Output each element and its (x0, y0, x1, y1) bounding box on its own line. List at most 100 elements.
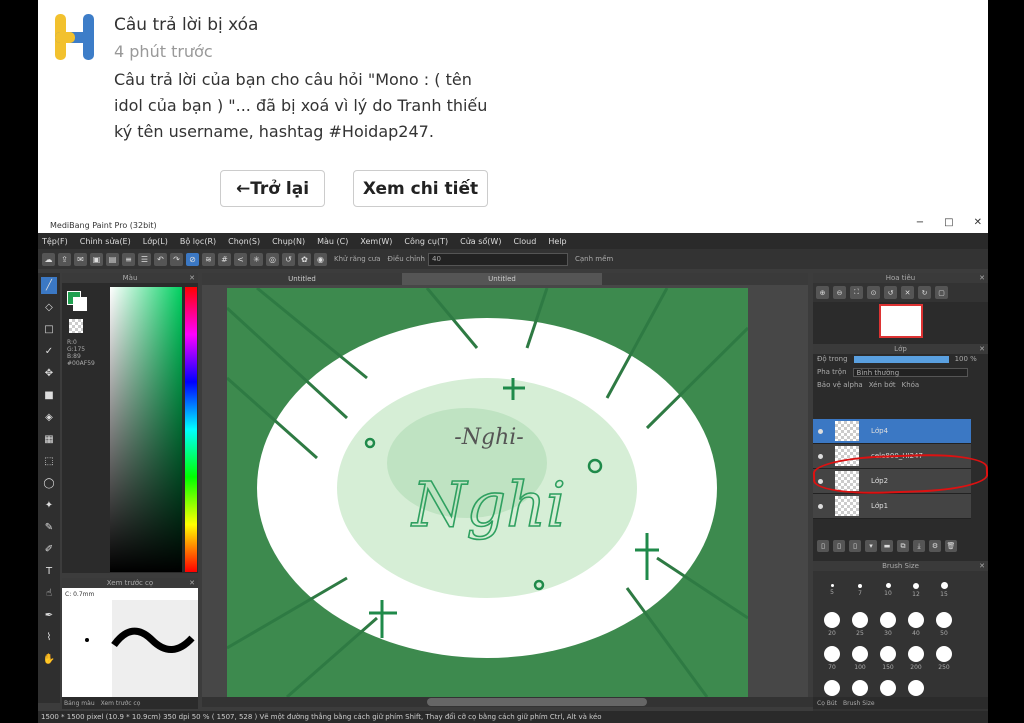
brush-size-option[interactable]: 25 (847, 608, 873, 640)
magic-wand-tool-icon[interactable]: ✦ (41, 497, 57, 514)
menu-select[interactable]: Chọn(S) (228, 237, 260, 246)
bucket-tool-icon[interactable]: ◈ (41, 409, 57, 426)
tab-brush-size[interactable]: Brush Size (843, 700, 875, 707)
back-button[interactable]: ←Trở lại (220, 170, 325, 207)
menu-view[interactable]: Xem(W) (360, 237, 392, 246)
brush-size-option[interactable]: 200 (903, 642, 929, 674)
fit-icon[interactable]: ⛶ (850, 286, 863, 299)
zoom-in-icon[interactable]: ⊕ (816, 286, 829, 299)
operation-tool-icon[interactable]: ☝ (41, 585, 57, 602)
antialias-label[interactable]: Khử răng cưa (334, 255, 381, 263)
close-icon[interactable]: ✕ (189, 273, 195, 283)
document-icon[interactable]: ▤ (106, 252, 119, 266)
actual-size-icon[interactable]: ⊙ (867, 286, 880, 299)
visibility-icon[interactable] (818, 428, 823, 434)
flip-icon[interactable]: ✕ (901, 286, 914, 299)
duplicate-layer-icon[interactable]: ⧉ (897, 540, 909, 552)
circle-snap-icon[interactable]: ◎ (266, 252, 279, 266)
close-icon[interactable]: ✕ (979, 561, 985, 571)
select-eraser-tool-icon[interactable]: ✐ (41, 541, 57, 558)
brush-size-option[interactable]: 100 (847, 642, 873, 674)
transparent-color-swatch[interactable] (69, 319, 83, 333)
navigator-thumbnail[interactable] (878, 304, 923, 338)
rect-tool-icon[interactable]: □ (41, 321, 57, 338)
brush-size-option[interactable]: 20 (819, 608, 845, 640)
menu-icon[interactable]: ☰ (138, 252, 151, 266)
brush-size-option[interactable]: 40 (903, 608, 929, 640)
perspective-snap-icon[interactable]: < (234, 252, 247, 266)
brush-size-option[interactable]: 12 (903, 574, 929, 606)
zoom-out-icon[interactable]: ⊖ (833, 286, 846, 299)
brush-size-option[interactable]: 50 (931, 608, 957, 640)
new-layer-icon[interactable]: ▯ (817, 540, 829, 552)
new-8bit-layer-icon[interactable]: ▯ (849, 540, 861, 552)
select-tool-icon[interactable]: ⬚ (41, 453, 57, 470)
menu-window[interactable]: Cửa sổ(W) (460, 237, 501, 246)
hue-slider[interactable] (185, 287, 197, 572)
saturation-value-picker[interactable] (110, 287, 182, 572)
layer-item[interactable]: Lớp4 (813, 419, 971, 444)
maximize-icon[interactable]: □ (944, 217, 953, 228)
new-layer-menu-icon[interactable]: ▾ (865, 540, 877, 552)
minimize-icon[interactable]: − (916, 217, 924, 228)
text-tool-icon[interactable]: T (41, 563, 57, 580)
opacity-slider[interactable] (853, 355, 949, 363)
rotate-right-icon[interactable]: ↻ (918, 286, 931, 299)
tab-brush-preview[interactable]: Xem trước cọ (101, 700, 141, 707)
gradient-tool-icon[interactable]: ▦ (41, 431, 57, 448)
radial-snap-icon[interactable]: ✳ (250, 252, 263, 266)
menu-file[interactable]: Tệp(F) (42, 237, 68, 246)
fill-rect-tool-icon[interactable]: ■ (41, 387, 57, 404)
list-icon[interactable]: ≡ (122, 252, 135, 266)
curve-snap-icon[interactable]: ↺ (282, 252, 295, 266)
clipping-checkbox[interactable]: Xén bớt (869, 381, 896, 389)
select-pen-tool-icon[interactable]: ✎ (41, 519, 57, 536)
comment-icon[interactable]: ✉ (74, 252, 87, 266)
divide-tool-icon[interactable]: ✒ (41, 607, 57, 624)
trash-icon[interactable]: 🗑 (945, 540, 957, 552)
protect-alpha-checkbox[interactable]: Bảo vệ alpha (817, 381, 863, 389)
menu-tools[interactable]: Công cụ(T) (404, 237, 448, 246)
tab-untitled-2[interactable]: Untitled (402, 273, 602, 285)
upload-icon[interactable]: ⇪ (58, 252, 71, 266)
blend-select[interactable]: Bình thường (852, 367, 968, 377)
eraser-tool-icon[interactable]: ◇ (41, 299, 57, 316)
adjust-select[interactable]: 40 (428, 252, 568, 266)
save-icon[interactable]: ▣ (90, 252, 103, 266)
close-icon[interactable]: ✕ (974, 217, 982, 228)
redo-icon[interactable]: ↷ (170, 252, 183, 266)
folder-icon[interactable]: ▬ (881, 540, 893, 552)
menu-capture[interactable]: Chụp(N) (272, 237, 305, 246)
rotate-left-icon[interactable]: ↺ (884, 286, 897, 299)
brush-size-option[interactable]: 5 (819, 574, 845, 606)
move-tool-icon[interactable]: ✥ (41, 365, 57, 382)
menu-filter[interactable]: Bộ lọc(R) (180, 237, 216, 246)
menu-color[interactable]: Màu (C) (317, 237, 348, 246)
menu-help[interactable]: Help (548, 237, 566, 246)
close-icon[interactable]: ✕ (979, 344, 985, 354)
brush-size-option[interactable]: 7 (847, 574, 873, 606)
check-tool-icon[interactable]: ✓ (41, 343, 57, 360)
brush-size-option[interactable]: 30 (875, 608, 901, 640)
layer-settings-icon[interactable]: ⚙ (929, 540, 941, 552)
menu-edit[interactable]: Chỉnh sửa(E) (80, 237, 131, 246)
tab-untitled-1[interactable]: Untitled (202, 273, 402, 285)
settings-snap-icon[interactable]: ✿ (298, 252, 311, 266)
lock-checkbox[interactable]: Khóa (902, 381, 920, 389)
artwork-canvas[interactable]: -Nghi- Nghi (227, 288, 748, 697)
lasso-tool-icon[interactable]: ◯ (41, 475, 57, 492)
layer-item[interactable]: Lớp1 (813, 494, 971, 519)
soft-edge-label[interactable]: Cạnh mềm (575, 255, 613, 263)
parallel-snap-icon[interactable]: ≋ (202, 252, 215, 266)
brush-size-option[interactable]: 15 (931, 574, 957, 606)
canvas-horizontal-scrollbar[interactable] (202, 697, 832, 707)
grid-snap-icon[interactable]: # (218, 252, 231, 266)
reset-icon[interactable]: ▢ (935, 286, 948, 299)
visibility-icon[interactable] (818, 503, 823, 509)
hand-tool-icon[interactable]: ✋ (41, 651, 57, 668)
menu-layer[interactable]: Lớp(L) (143, 237, 168, 246)
close-icon[interactable]: ✕ (979, 273, 985, 283)
undo-icon[interactable]: ↶ (154, 252, 167, 266)
menu-cloud[interactable]: Cloud (513, 237, 536, 246)
visibility-icon[interactable] (818, 453, 823, 459)
